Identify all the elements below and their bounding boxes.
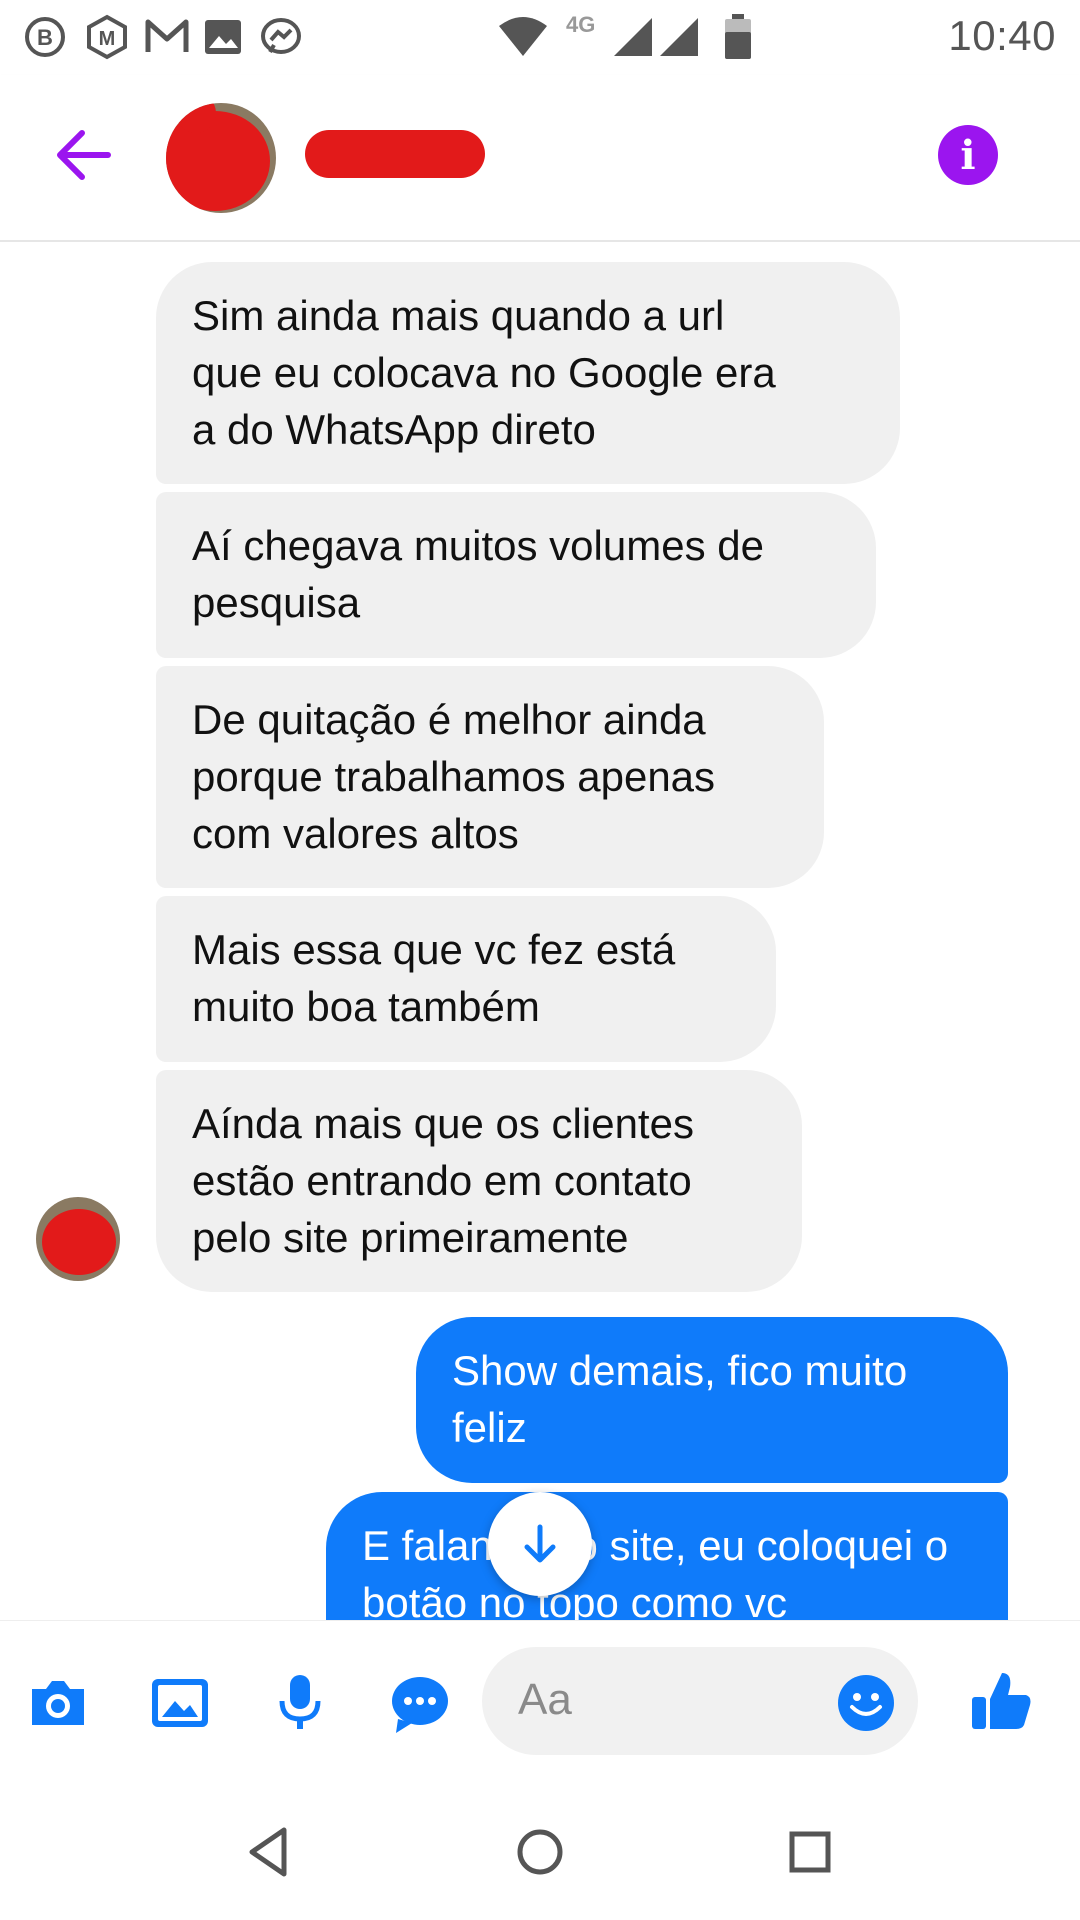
chat-more-icon[interactable] <box>388 1671 452 1735</box>
m-badge-icon: M <box>87 14 127 60</box>
image-icon <box>205 20 241 54</box>
emoji-icon[interactable] <box>836 1673 896 1733</box>
svg-text:B: B <box>37 25 53 50</box>
clock: 10:40 <box>948 12 1056 59</box>
message-bubble-incoming[interactable]: Aínda mais que os clientes estão entrand… <box>156 1070 802 1292</box>
messenger-icon <box>261 18 301 54</box>
message-bubble-outgoing[interactable]: Show demais, fico muito feliz <box>416 1317 1008 1483</box>
info-icon[interactable]: i <box>938 125 998 185</box>
message-input-placeholder: Aa <box>518 1675 572 1724</box>
system-navigation-bar <box>0 1780 1080 1920</box>
name-redaction <box>305 130 485 178</box>
recents-square-icon[interactable] <box>780 1822 840 1882</box>
message-bubble-incoming[interactable]: Mais essa que vc fez está muito boa tamb… <box>156 896 776 1062</box>
home-circle-icon[interactable] <box>510 1822 570 1882</box>
bold-b-icon: B <box>25 17 65 57</box>
network-type: 4G <box>566 12 596 37</box>
battery-icon <box>725 14 751 59</box>
back-triangle-icon[interactable] <box>240 1822 300 1882</box>
message-input[interactable]: Aa <box>482 1647 918 1755</box>
gmail-icon <box>145 19 189 52</box>
conversation-header: ntonio i <box>0 75 1080 242</box>
scroll-to-bottom-button[interactable] <box>488 1492 592 1596</box>
message-composer: Aa <box>0 1620 1080 1781</box>
arrow-left-icon[interactable] <box>48 120 118 190</box>
sender-avatar[interactable] <box>36 1197 120 1281</box>
status-bar: B M 4G 10:40 <box>0 0 1080 75</box>
wifi-icon <box>499 17 547 56</box>
thumbs-up-icon[interactable] <box>968 1667 1036 1735</box>
signal-icon <box>660 18 698 56</box>
message-bubble-incoming[interactable]: Aí chegava muitos volumes de pesquisa <box>156 492 876 658</box>
message-bubble-incoming[interactable]: De quitação é melhor ainda porque trabal… <box>156 666 824 888</box>
svg-text:M: M <box>99 28 116 50</box>
message-bubble-incoming[interactable]: Sim ainda mais quando a url que eu coloc… <box>156 262 900 484</box>
arrow-down-icon <box>524 1524 556 1563</box>
message-bubble-outgoing[interactable]: E falando do site, eu coloquei o botão n… <box>326 1492 1008 1620</box>
signal-icon <box>614 18 652 56</box>
gallery-icon[interactable] <box>148 1671 212 1735</box>
camera-icon[interactable] <box>26 1671 90 1735</box>
contact-avatar[interactable] <box>166 103 276 213</box>
message-thread[interactable]: Sim ainda mais quando a url que eu coloc… <box>0 242 1080 1620</box>
microphone-icon[interactable] <box>268 1671 332 1735</box>
